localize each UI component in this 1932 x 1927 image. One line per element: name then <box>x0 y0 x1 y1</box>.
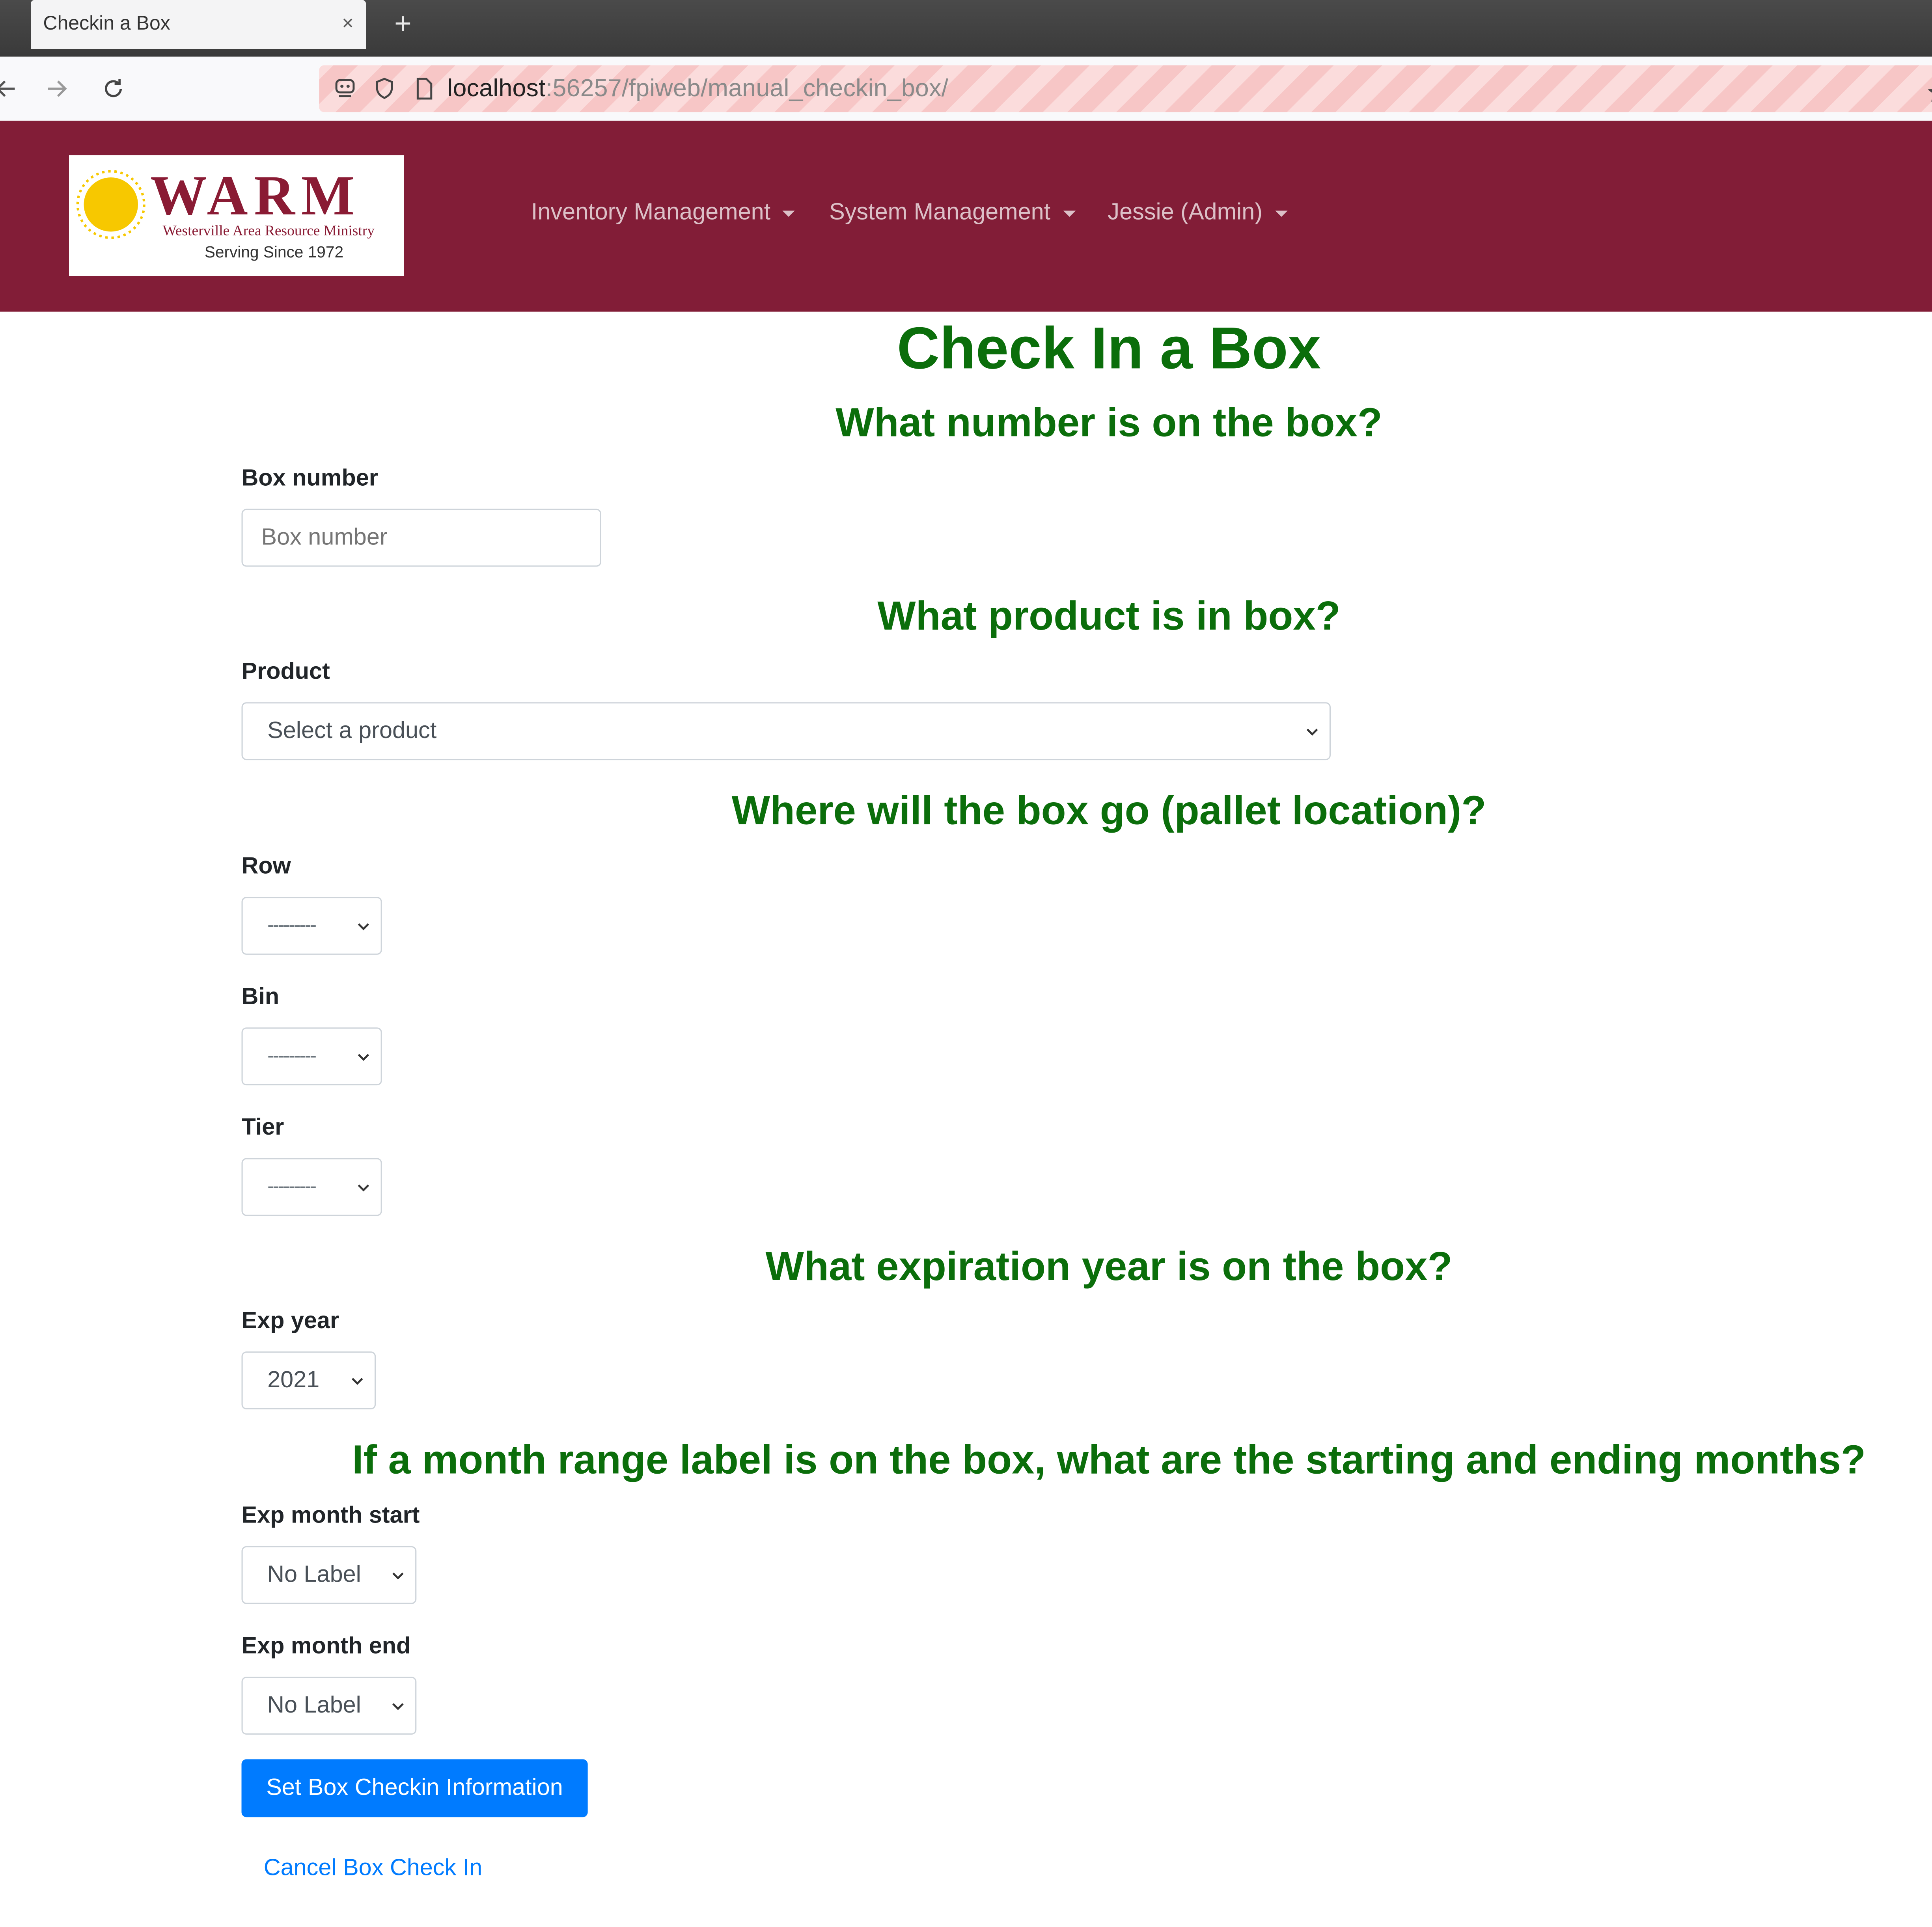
row-select[interactable]: --------- <box>241 897 382 955</box>
back-icon[interactable] <box>0 71 22 106</box>
caret-down-icon <box>1275 210 1287 216</box>
exp-month-start-label: Exp month start <box>241 1503 420 1529</box>
caret-down-icon <box>783 210 795 216</box>
page-icon[interactable] <box>410 75 438 102</box>
tier-select[interactable]: --------- <box>241 1158 382 1216</box>
product-select[interactable]: Select a product <box>241 702 1331 760</box>
question-product: What product is in box? <box>877 593 1341 638</box>
reload-icon[interactable] <box>96 71 131 106</box>
chevron-down-icon <box>392 1702 404 1710</box>
bin-select[interactable]: --------- <box>241 1027 382 1086</box>
exp-year-select-value: 2021 <box>267 1367 320 1393</box>
chevron-down-icon <box>358 1053 369 1060</box>
menu-inventory-management[interactable]: Inventory Management <box>531 199 795 227</box>
browser-toolbar: localhost:56257/fpiweb/manual_checkin_bo… <box>0 56 1932 122</box>
shield-icon[interactable] <box>371 75 398 102</box>
chevron-down-icon <box>358 922 369 930</box>
row-label: Row <box>241 854 291 880</box>
tier-select-value: --------- <box>267 1176 317 1197</box>
question-box-number: What number is on the box? <box>835 399 1382 445</box>
chevron-down-icon <box>392 1572 404 1579</box>
logo-title: WARM <box>150 164 361 227</box>
menu-label: Inventory Management <box>531 199 771 226</box>
forward-icon[interactable] <box>41 71 75 106</box>
warm-logo[interactable]: WARM Westerville Area Resource Ministry … <box>69 155 404 276</box>
exp-year-label: Exp year <box>241 1308 339 1334</box>
question-expiration: What expiration year is on the box? <box>765 1243 1453 1289</box>
page-root: Checkin a Box × + localhost:56257/fpiweb… <box>0 0 1932 1927</box>
menu-user-account[interactable]: Jessie (Admin) <box>1108 199 1287 227</box>
browser-tab-title: Checkin a Box <box>43 13 170 35</box>
product-label: Product <box>241 659 330 685</box>
row-select-value: --------- <box>267 915 317 936</box>
question-month-range: If a month range label is on the box, wh… <box>352 1436 1866 1482</box>
chevron-down-icon <box>358 1183 369 1191</box>
sun-icon <box>76 170 145 239</box>
url-text: localhost:56257/fpiweb/manual_checkin_bo… <box>447 75 948 103</box>
bookmark-star-icon[interactable] <box>1927 82 1932 108</box>
site-navbar: WARM Westerville Area Resource Ministry … <box>0 121 1932 312</box>
exp-month-start-select[interactable]: No Label <box>241 1546 417 1604</box>
caret-down-icon <box>1063 210 1075 216</box>
new-tab-button[interactable]: + <box>387 7 419 42</box>
cancel-box-checkin-link[interactable]: Cancel Box Check In <box>264 1855 482 1882</box>
question-location: Where will the box go (pallet location)? <box>731 787 1486 833</box>
menu-system-management[interactable]: System Management <box>829 199 1075 227</box>
address-bar[interactable]: localhost:56257/fpiweb/manual_checkin_bo… <box>319 65 1932 112</box>
logo-subtitle: Westerville Area Resource Ministry <box>162 222 375 239</box>
browser-tab[interactable]: Checkin a Box × <box>31 0 366 49</box>
exp-month-end-select[interactable]: No Label <box>241 1677 417 1735</box>
browser-tabstrip: Checkin a Box × + <box>0 0 1932 57</box>
box-number-label: Box number <box>241 466 378 492</box>
box-number-input[interactable] <box>241 509 601 567</box>
menu-label: System Management <box>829 199 1051 226</box>
menu-label: Jessie (Admin) <box>1108 199 1263 226</box>
chevron-down-icon <box>351 1377 363 1385</box>
bin-label: Bin <box>241 984 280 1010</box>
tier-label: Tier <box>241 1115 284 1141</box>
bin-select-value: --------- <box>267 1045 317 1066</box>
chevron-down-icon <box>1306 728 1318 735</box>
tracking-icon[interactable] <box>332 75 359 102</box>
exp-month-start-value: No Label <box>267 1561 361 1588</box>
product-select-value: Select a product <box>267 718 437 744</box>
exp-month-end-label: Exp month end <box>241 1633 411 1660</box>
exp-year-select[interactable]: 2021 <box>241 1351 376 1409</box>
url-path: :56257/fpiweb/manual_checkin_box/ <box>545 75 949 102</box>
page-title: Check In a Box <box>897 317 1321 382</box>
exp-month-end-value: No Label <box>267 1692 361 1718</box>
url-host: localhost <box>447 75 546 102</box>
logo-since: Serving Since 1972 <box>204 242 344 261</box>
set-box-checkin-button[interactable]: Set Box Checkin Information <box>241 1759 588 1817</box>
close-tab-icon[interactable]: × <box>342 13 354 35</box>
